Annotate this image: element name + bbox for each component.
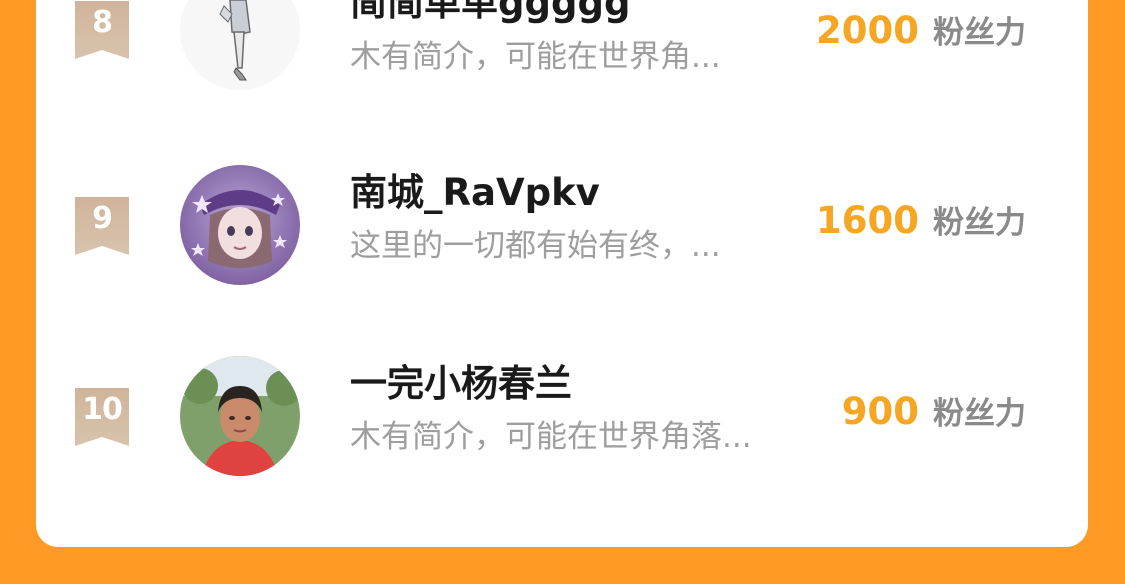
avatar[interactable]	[180, 356, 300, 476]
leaderboard-row[interactable]: 9 南城_RaVpkv 这里的一切都有始有终，... 1600 粉丝力	[36, 160, 1088, 290]
fans-label: 粉丝力	[933, 15, 1026, 51]
fans-label: 粉丝力	[933, 205, 1026, 241]
fans-score: 1600 粉丝力	[816, 201, 1026, 248]
fans-number: 1600	[816, 199, 919, 242]
fans-label: 粉丝力	[933, 396, 1026, 432]
rank-number: 9	[92, 201, 113, 236]
fans-number: 900	[841, 390, 919, 433]
fans-score: 2000 粉丝力	[816, 11, 1026, 58]
user-bio: 木有简介，可能在世界角落...	[350, 419, 752, 455]
fans-number: 2000	[816, 9, 919, 52]
user-name[interactable]: 南城_RaVpkv	[350, 171, 600, 215]
avatar[interactable]	[180, 165, 300, 285]
avatar-figure-image	[180, 0, 300, 90]
rank-badge: 9	[75, 197, 129, 255]
user-bio: 木有简介，可能在世界角...	[350, 39, 721, 75]
user-name[interactable]: 一完小杨春兰	[350, 362, 572, 406]
rank-number: 8	[92, 5, 113, 40]
avatar-photo-image	[180, 356, 300, 476]
user-bio: 这里的一切都有始有终，...	[350, 228, 721, 264]
leaderboard-row[interactable]: 10 一完小杨春兰 木有简介，可能在世界角落... 900 粉丝力	[36, 351, 1088, 481]
leaderboard-row[interactable]: 8 简简单单ggggg 木有简介，可能在世界角... 2000 粉丝力	[36, 0, 1088, 100]
rank-badge: 10	[75, 388, 129, 446]
leaderboard-card: 8 简简单单ggggg 木有简介，可能在世界角... 2000 粉丝力 9 南城…	[36, 0, 1088, 547]
rank-number: 10	[82, 392, 123, 427]
user-name[interactable]: 简简单单ggggg	[350, 0, 630, 25]
rank-badge: 8	[75, 1, 129, 59]
avatar[interactable]	[180, 0, 300, 90]
fans-score: 900 粉丝力	[842, 392, 1026, 439]
avatar-anime-girl-image	[180, 165, 300, 285]
